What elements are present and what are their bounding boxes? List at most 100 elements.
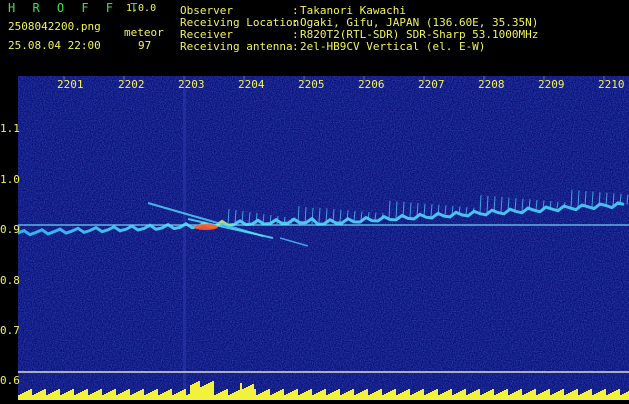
activity-bar <box>322 390 324 400</box>
activity-bar <box>172 395 174 400</box>
activity-bar <box>250 385 252 400</box>
activity-bar <box>492 389 494 400</box>
activity-bar <box>40 391 42 400</box>
activity-bar <box>258 394 260 400</box>
activity-bar <box>318 392 320 400</box>
activity-bar <box>246 387 248 400</box>
activity-bar <box>152 391 154 400</box>
activity-bar <box>74 395 76 400</box>
activity-bar <box>334 391 336 400</box>
activity-bar <box>76 394 78 400</box>
plot-noise <box>18 76 629 400</box>
vertical-stripe <box>183 76 186 400</box>
app-logo: H R O F F T <box>8 1 143 15</box>
activity-bar <box>134 393 136 400</box>
freq-tick-label: 1.0 <box>0 173 20 186</box>
activity-bar <box>520 389 522 400</box>
activity-bar <box>448 390 450 400</box>
activity-bar <box>278 391 280 400</box>
freq-tick-label: 1.1 <box>0 122 20 135</box>
activity-bar <box>500 392 502 400</box>
activity-bar <box>168 390 170 400</box>
activity-bar <box>404 391 406 400</box>
activity-bar <box>578 395 580 400</box>
activity-bar <box>412 394 414 400</box>
activity-bar <box>364 390 366 400</box>
activity-bar <box>194 383 196 400</box>
activity-bar <box>600 391 602 400</box>
activity-bar <box>508 395 510 400</box>
activity-bar <box>440 394 442 400</box>
activity-bar <box>494 395 496 400</box>
activity-bar <box>406 390 408 400</box>
activity-bar <box>120 393 122 400</box>
activity-bar <box>230 394 232 400</box>
activity-bar <box>534 389 536 400</box>
activity-bar <box>462 390 464 400</box>
activity-bar <box>228 395 230 400</box>
activity-bar <box>586 391 588 400</box>
activity-bar <box>614 391 616 400</box>
activity-bar <box>66 392 68 400</box>
freq-tick-label: 0.7 <box>0 324 20 337</box>
activity-bar <box>260 393 262 400</box>
activity-bar <box>266 390 268 400</box>
activity-bar <box>380 389 382 400</box>
activity-bar <box>186 395 188 400</box>
activity-bar <box>236 391 238 400</box>
activity-bar <box>330 393 332 400</box>
activity-bar <box>82 391 84 400</box>
activity-bar <box>164 392 166 400</box>
activity-bar <box>410 395 412 400</box>
activity-bar <box>148 393 150 400</box>
activity-bar <box>582 393 584 400</box>
activity-bar <box>288 393 290 400</box>
time-tick-label: 2203 <box>178 78 205 91</box>
antenna-label: Receiving antenna <box>180 40 293 53</box>
activity-bar <box>476 390 478 400</box>
activity-bar <box>554 393 556 400</box>
activity-bar <box>212 381 214 400</box>
activity-bar <box>24 392 26 400</box>
activity-bar <box>326 395 328 400</box>
activity-bar <box>498 393 500 400</box>
activity-bar <box>540 393 542 400</box>
activity-bar <box>526 393 528 400</box>
activity-bar <box>518 390 520 400</box>
antenna-sep: : <box>292 40 299 53</box>
activity-bar <box>92 393 94 400</box>
activity-bar <box>68 391 70 400</box>
activity-bar <box>106 393 108 400</box>
activity-bar <box>328 394 330 400</box>
activity-bar <box>416 392 418 400</box>
activity-bar <box>596 393 598 400</box>
activity-bar <box>386 393 388 400</box>
activity-bar <box>138 391 140 400</box>
activity-bar <box>182 390 184 400</box>
activity-bar <box>378 390 380 400</box>
time-tick-label: 2210 <box>598 78 625 91</box>
activity-bar <box>342 394 344 400</box>
activity-bar <box>202 386 204 400</box>
activity-bar <box>458 392 460 400</box>
activity-bar <box>408 389 410 400</box>
activity-bar <box>444 392 446 400</box>
activity-bar <box>424 395 426 400</box>
activity-bar <box>290 392 292 400</box>
activity-bar <box>234 392 236 400</box>
activity-bar <box>232 393 234 400</box>
activity-bar <box>384 394 386 400</box>
activity-bar <box>584 392 586 400</box>
activity-bar <box>96 391 98 400</box>
activity-bar <box>304 392 306 400</box>
activity-bar <box>366 389 368 400</box>
activity-bar <box>56 390 58 400</box>
activity-bar <box>118 394 120 400</box>
activity-bar <box>292 391 294 400</box>
activity-bar <box>300 394 302 400</box>
freq-tick-label: 0.8 <box>0 274 20 287</box>
activity-bar <box>162 393 164 400</box>
activity-bar <box>220 392 222 400</box>
activity-bar <box>64 393 66 400</box>
activity-bar <box>414 393 416 400</box>
